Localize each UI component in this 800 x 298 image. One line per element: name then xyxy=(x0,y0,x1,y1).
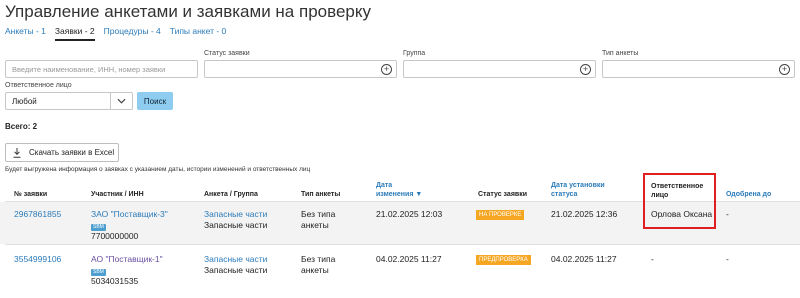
row2-form[interactable]: Запасные части xyxy=(204,254,267,265)
type-filter-field[interactable]: + xyxy=(602,60,795,78)
row2-status-date: 04.02.2025 11:27 xyxy=(551,254,617,264)
row2-group: Запасные части xyxy=(204,265,268,275)
responsible-highlight-box xyxy=(643,173,716,229)
tab-applications[interactable]: Заявки - 2 xyxy=(54,26,95,41)
tab-bar: Анкеты - 1 Заявки - 2 Процедуры - 4 Типы… xyxy=(5,26,235,41)
row2-inn: 5034031535 xyxy=(91,276,139,286)
row2-changed: 04.02.2025 11:27 xyxy=(376,254,442,264)
group-filter-label: Группа xyxy=(403,50,426,57)
col-status: Статус заявки xyxy=(478,191,528,198)
row2-form-group: Запасные части Запасные части xyxy=(204,254,267,276)
sort-desc-icon: ▼ xyxy=(415,191,423,198)
row1-type: Без типа анкеты xyxy=(301,209,335,231)
row2-sbm-badge: SBM xyxy=(91,269,106,276)
row2-participant-name[interactable]: АО "Поставщик-1" xyxy=(91,254,163,265)
col-changed-line2: изменения xyxy=(376,191,414,198)
col-status-date[interactable]: Дата установки статуса xyxy=(551,181,605,199)
status-filter-label: Статус заявки xyxy=(204,50,250,57)
type-filter-label: Тип анкеты xyxy=(602,50,639,57)
col-status-date-line1: Дата установки xyxy=(551,182,605,189)
search-button[interactable]: Поиск xyxy=(137,92,173,110)
row2-responsible: - xyxy=(651,254,654,264)
col-changed-date[interactable]: Дата изменения ▼ xyxy=(376,181,422,199)
row1-participant-name[interactable]: ЗАО "Поставщик-3" xyxy=(91,209,168,220)
tab-form-types[interactable]: Типы анкет - 0 xyxy=(170,26,227,41)
group-filter-field[interactable]: + xyxy=(403,60,596,78)
col-participant: Участник / ИНН xyxy=(91,191,144,198)
col-status-date-line2: статуса xyxy=(551,191,578,198)
row2-status-badge: ПРЕДПРОВЕРКА xyxy=(476,255,531,265)
col-changed-line1: Дата xyxy=(376,182,393,189)
row1-status-badge: НА ПРОВЕРКЕ xyxy=(476,210,525,220)
row2-type-line1: Без типа xyxy=(301,254,336,264)
total-count: Всего: 2 xyxy=(5,122,38,131)
search-input[interactable]: Введите наименование, ИНН, номер заявки xyxy=(5,60,198,78)
responsible-select-value: Любой xyxy=(12,96,37,106)
row2-number[interactable]: 3554999106 xyxy=(14,254,61,265)
row1-approved: - xyxy=(726,209,729,219)
responsible-select[interactable]: Любой xyxy=(5,92,133,110)
export-note: Будет выгружена информация о заявках с у… xyxy=(5,166,311,173)
col-number: № заявки xyxy=(14,191,48,198)
row-divider xyxy=(5,244,800,245)
status-filter-field[interactable]: + xyxy=(204,60,397,78)
tab-procedures[interactable]: Процедуры - 4 xyxy=(104,26,161,41)
add-group-icon[interactable]: + xyxy=(580,64,591,75)
col-form-group: Анкета / Группа xyxy=(204,191,258,198)
row1-type-line1: Без типа xyxy=(301,209,336,219)
download-excel-label: Скачать заявки в Excel xyxy=(29,148,115,157)
row2-participant: АО "Поставщик-1" SBM 5034031535 xyxy=(91,254,163,287)
row2-type-line2: анкеты xyxy=(301,265,329,275)
download-icon xyxy=(13,147,21,158)
col-form-type: Тип анкеты xyxy=(301,191,341,198)
row1-participant: ЗАО "Поставщик-3" SBM 7700000000 xyxy=(91,209,168,242)
row1-changed: 21.02.2025 12:03 xyxy=(376,209,443,219)
page-title: Управление анкетами и заявками на провер… xyxy=(5,2,371,21)
row1-form[interactable]: Запасные части xyxy=(204,209,267,220)
row1-sbm-badge: SBM xyxy=(91,224,106,231)
add-status-icon[interactable]: + xyxy=(381,64,392,75)
download-excel-button[interactable]: Скачать заявки в Excel xyxy=(5,143,119,162)
row1-number[interactable]: 2967861855 xyxy=(14,209,61,220)
row2-approved: - xyxy=(726,254,729,264)
responsible-filter-label: Ответственное лицо xyxy=(5,82,72,89)
tab-forms[interactable]: Анкеты - 1 xyxy=(5,26,46,41)
row1-group: Запасные части xyxy=(204,220,268,230)
row1-type-line2: анкеты xyxy=(301,220,329,230)
row2-type: Без типа анкеты xyxy=(301,254,335,276)
add-type-icon[interactable]: + xyxy=(779,64,790,75)
row1-inn: 7700000000 xyxy=(91,231,139,241)
row1-status-date: 21.02.2025 12:36 xyxy=(551,209,618,219)
col-approved[interactable]: Одобрена до xyxy=(726,190,771,199)
chevron-down-icon[interactable] xyxy=(110,93,132,109)
row1-form-group: Запасные части Запасные части xyxy=(204,209,267,231)
